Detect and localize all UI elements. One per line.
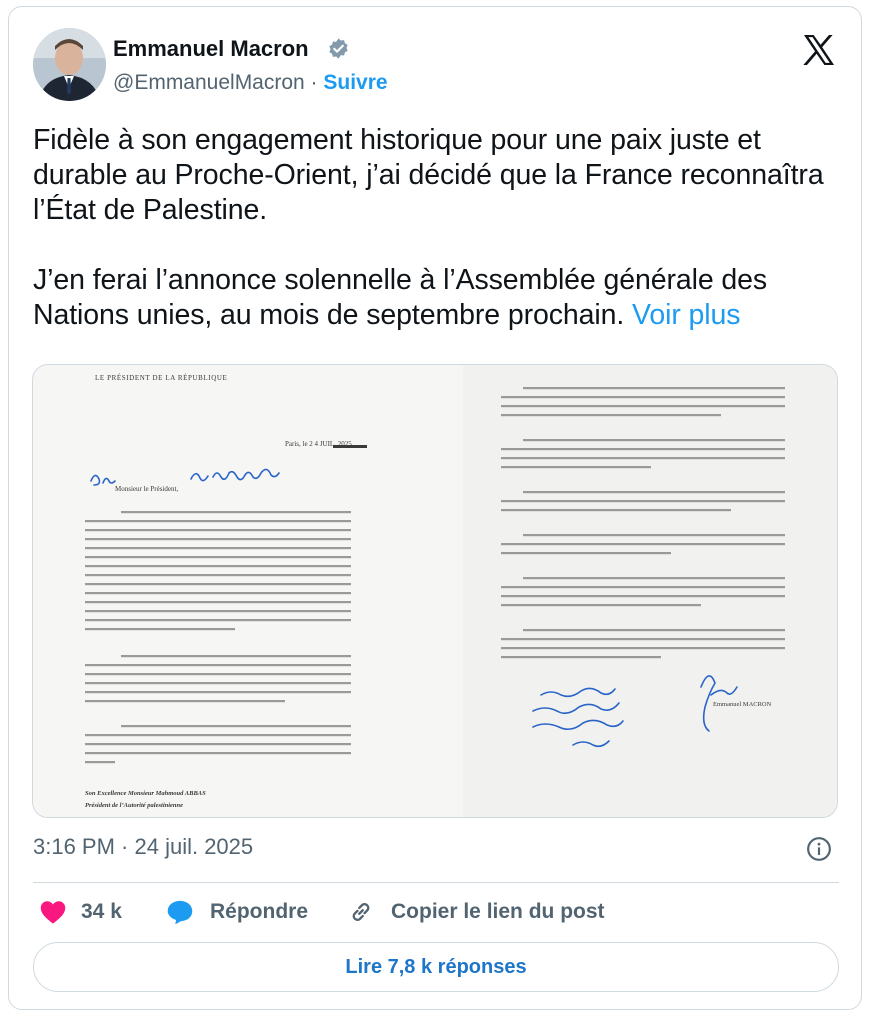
link-icon	[352, 903, 370, 921]
letter-greeting: Monsieur le Président,	[115, 485, 179, 493]
tweet-text: Fidèle à son engagement historique pour …	[33, 123, 843, 333]
left-page-text-lines	[85, 511, 351, 764]
letter-recipient: Son Excellence Monsieur Mahmoud ABBAS	[85, 790, 206, 797]
x-logo-icon[interactable]	[800, 31, 838, 69]
follow-button[interactable]: Suivre	[323, 71, 387, 94]
heart-icon	[40, 901, 66, 924]
letter-image[interactable]: LE PRÉSIDENT DE LA RÉPUBLIQUE Paris, le …	[32, 364, 838, 818]
handle-separator: ·	[304, 71, 324, 94]
letter-date: Paris, le 2 4 JUIL. 2025	[285, 440, 352, 448]
right-page-text-lines	[501, 387, 785, 659]
handle-row: @EmmanuelMacron · Suivre	[113, 71, 388, 95]
speech-bubble-icon	[167, 900, 193, 925]
read-replies-button[interactable]: Lire 7,8 k réponses	[33, 942, 839, 992]
like-button[interactable]: 34 k	[39, 897, 122, 927]
author-handle[interactable]: @EmmanuelMacron	[113, 71, 305, 94]
tweet-paragraph-2: J’en ferai l’annonce solennelle à l’Asse…	[33, 263, 843, 333]
author-name[interactable]: Emmanuel Macron	[113, 36, 309, 62]
like-count: 34 k	[81, 900, 122, 923]
info-icon[interactable]	[806, 836, 832, 862]
reply-button[interactable]: Répondre	[166, 897, 308, 927]
avatar-image	[33, 28, 106, 101]
letter-recipient-title: Président de l’Autorité palestinienne	[85, 802, 184, 809]
tweet-card: Emmanuel Macron @EmmanuelMacron · Suivre…	[8, 6, 862, 1010]
copy-link-button[interactable]: Copier le lien du post	[347, 897, 605, 927]
letter-signature-name: Emmanuel MACRON	[713, 701, 772, 708]
verified-badge-icon	[329, 38, 348, 59]
reply-label: Répondre	[210, 900, 309, 923]
copy-link-label: Copier le lien du post	[391, 900, 605, 923]
letter-body-lines	[85, 387, 785, 764]
show-more-link[interactable]: Voir plus	[632, 299, 741, 331]
tweet-paragraph-1: Fidèle à son engagement historique pour …	[33, 124, 824, 226]
letter-header: LE PRÉSIDENT DE LA RÉPUBLIQUE	[95, 374, 228, 382]
tweet-timestamp[interactable]: 3:16 PM · 24 juil. 2025	[33, 834, 253, 860]
avatar[interactable]	[33, 28, 106, 101]
divider	[33, 882, 839, 883]
